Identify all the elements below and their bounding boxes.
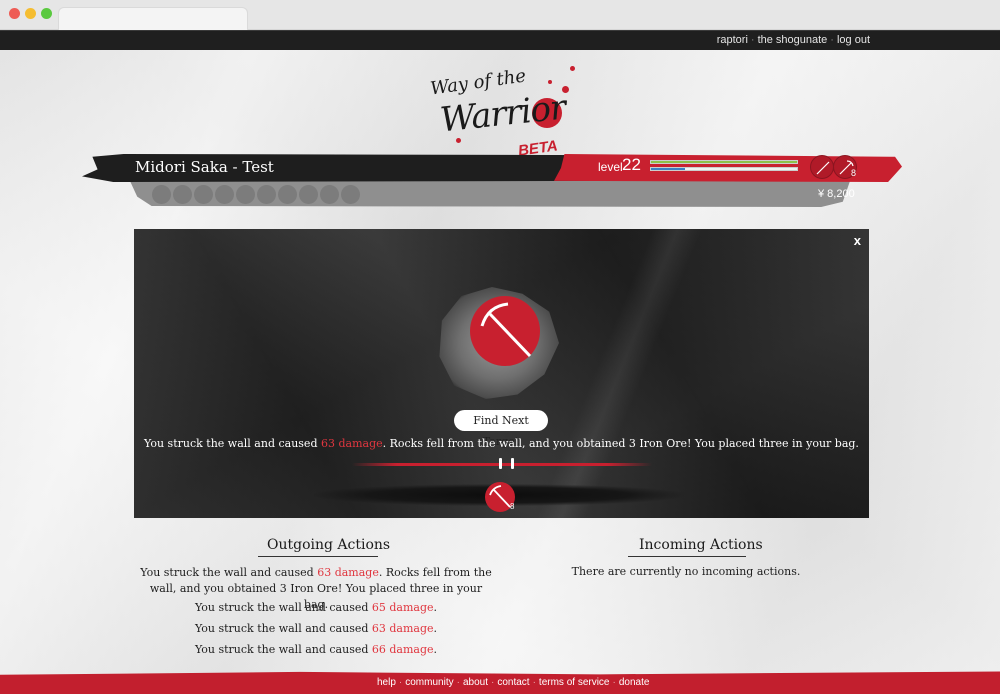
incoming-title: Incoming Actions	[639, 537, 763, 553]
entry-text: You struck the wall and caused	[194, 622, 372, 635]
result-text: . Rocks fell from the wall, and you obta…	[382, 437, 859, 450]
logo[interactable]: Way of the Warrior BETA	[420, 60, 590, 160]
nav-link-shogunate[interactable]: the shogunate	[758, 34, 828, 46]
tool-count: 8	[851, 168, 857, 178]
character-bar: Midori Saka - Test level 22 8 ¥ 8,200	[82, 154, 902, 214]
damage-value: 66 damage	[371, 643, 434, 656]
inventory-slot[interactable]	[257, 185, 276, 204]
title-underline	[258, 556, 378, 557]
inventory-slot[interactable]	[299, 185, 318, 204]
inventory-slot[interactable]	[341, 185, 360, 204]
maximize-window-dot[interactable]	[41, 8, 52, 19]
entry-text: .	[433, 601, 438, 614]
footer-link-help[interactable]: help	[377, 677, 396, 688]
level-value: 22	[622, 155, 641, 174]
tool-count: 8	[510, 502, 515, 511]
damage-value: 63 damage	[317, 566, 379, 579]
inventory-slot[interactable]	[236, 185, 255, 204]
timing-marker	[499, 458, 502, 469]
rock-texture	[528, 229, 706, 518]
logo-splat	[570, 66, 575, 71]
footer-link-community[interactable]: community	[405, 677, 453, 688]
footer-link-donate[interactable]: donate	[619, 677, 650, 688]
inventory-slot[interactable]	[173, 185, 192, 204]
damage-value: 63 damage	[320, 437, 383, 450]
timing-marker	[511, 458, 514, 469]
title-underline	[628, 556, 746, 557]
nav-separator: ·	[830, 34, 834, 46]
mining-panel: x Find Next Target You struck the wall a…	[134, 229, 869, 518]
inventory-slot[interactable]	[152, 185, 171, 204]
outgoing-entry: You struck the wall and caused 66 damage…	[140, 643, 492, 656]
inventory-slot[interactable]	[194, 185, 213, 204]
entry-text: .	[433, 643, 438, 656]
footer-separator: ·	[490, 677, 495, 688]
timing-bar	[352, 463, 652, 466]
footer-link-contact[interactable]: contact	[497, 677, 529, 688]
damage-value: 65 damage	[371, 601, 434, 614]
footer-link-about[interactable]: about	[463, 677, 488, 688]
browser-tab[interactable]	[58, 7, 248, 30]
inventory-slot[interactable]	[320, 185, 339, 204]
page: raptori · the shogunate · log out Way of the…	[0, 30, 1000, 694]
footer-separator: ·	[532, 677, 536, 688]
close-window-dot[interactable]	[9, 8, 20, 19]
nav-link-user[interactable]: raptori	[717, 34, 748, 46]
mine-target-button[interactable]	[470, 296, 540, 366]
health-bar	[650, 160, 798, 164]
entry-text: You struck the wall and caused	[194, 601, 372, 614]
incoming-empty-text: There are currently no incoming actions.	[571, 565, 801, 578]
xp-bar	[650, 167, 798, 171]
outgoing-entry: You struck the wall and caused 65 damage…	[140, 601, 492, 614]
entry-text: .	[433, 622, 438, 635]
footer-link-terms[interactable]: terms of service	[539, 677, 610, 688]
inventory-slot[interactable]	[215, 185, 234, 204]
action-result: You struck the wall and caused 63 damage…	[134, 437, 869, 450]
find-next-target-button[interactable]: Find Next Target	[454, 410, 548, 448]
footer-separator: ·	[612, 677, 616, 688]
minimize-window-dot[interactable]	[25, 8, 36, 19]
result-text: You struck the wall and caused	[144, 437, 321, 450]
logo-splat	[548, 80, 552, 84]
xp-bar-fill	[651, 168, 685, 170]
close-button[interactable]: x	[854, 233, 861, 248]
health-bar-fill	[651, 161, 797, 163]
weapon-slot[interactable]	[810, 155, 834, 179]
inventory-slot[interactable]	[278, 185, 297, 204]
nav-link-logout[interactable]: log out	[837, 34, 870, 46]
currency: ¥ 8,200	[818, 188, 855, 200]
entry-text: You struck the wall and caused	[194, 643, 372, 656]
browser-chrome	[0, 0, 1000, 30]
footer-separator: ·	[456, 677, 460, 688]
character-name[interactable]: Midori Saka - Test	[135, 158, 274, 176]
outgoing-entry: You struck the wall and caused 63 damage…	[140, 622, 492, 635]
entry-text: You struck the wall and caused	[140, 566, 318, 579]
footer-links: help · community · about · contact · terms of se…	[377, 677, 649, 688]
outgoing-title: Outgoing Actions	[267, 537, 391, 553]
level-label: level	[598, 160, 623, 174]
top-nav: raptori · the shogunate · log out	[717, 34, 870, 46]
damage-value: 63 damage	[371, 622, 434, 635]
footer-separator: ·	[398, 677, 403, 688]
nav-separator: ·	[750, 34, 755, 46]
top-bar: raptori · the shogunate · log out	[0, 30, 1000, 50]
